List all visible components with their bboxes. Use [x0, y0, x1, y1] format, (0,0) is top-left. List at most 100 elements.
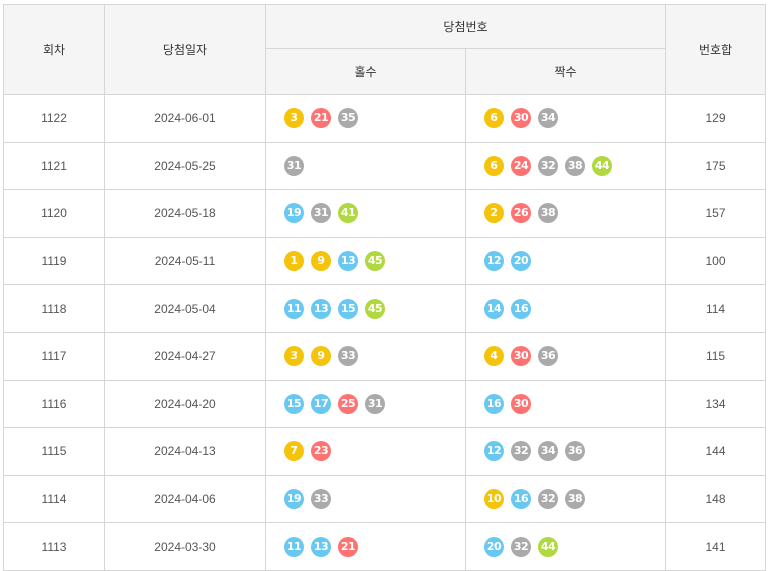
sum-cell: 157 [665, 189, 767, 238]
table-row: 1119 2024-05-11 1 9 13 45 12 20 100 [3, 236, 767, 286]
number-ball: 33 [338, 346, 358, 367]
number-ball: 1 [284, 251, 304, 272]
number-ball: 6 [484, 108, 504, 129]
number-ball: 3 [284, 108, 304, 129]
even-numbers-cell: 14 16 [464, 284, 667, 333]
number-ball: 24 [511, 155, 531, 176]
even-numbers-cell: 12 20 [464, 236, 667, 286]
number-ball: 32 [511, 536, 531, 557]
table-row: 1122 2024-06-01 3 21 35 6 30 34 129 [3, 94, 767, 143]
number-ball: 3 [284, 346, 304, 367]
number-ball: 32 [538, 489, 558, 510]
sum-cell: 100 [665, 236, 767, 286]
lotto-results-table: 회차 당첨일자 당첨번호 번호합 홀수 짝수 1122 2024-06-01 3 21… [3, 4, 767, 571]
number-ball: 38 [565, 155, 585, 176]
date-cell: 2024-03-30 [104, 522, 266, 571]
number-ball: 34 [538, 108, 558, 129]
number-ball: 4 [484, 346, 504, 367]
sum-cell: 129 [665, 94, 767, 143]
header-round: 회차 [3, 4, 105, 95]
round-cell: 1113 [3, 522, 105, 571]
round-cell: 1117 [3, 331, 105, 381]
number-ball: 19 [284, 489, 304, 510]
number-ball: 21 [311, 108, 331, 129]
number-ball: 30 [511, 346, 531, 367]
number-ball: 9 [311, 346, 331, 367]
sum-cell: 175 [665, 141, 767, 191]
date-cell: 2024-04-06 [104, 474, 266, 524]
number-ball: 44 [538, 536, 558, 557]
date-cell: 2024-04-13 [104, 427, 266, 476]
date-cell: 2024-05-18 [104, 189, 266, 238]
even-numbers-cell: 12 32 34 36 [464, 427, 667, 476]
number-ball: 9 [311, 251, 331, 272]
number-ball: 6 [484, 155, 504, 176]
number-ball: 23 [311, 441, 331, 462]
odd-numbers-cell: 3 21 35 [265, 94, 466, 143]
header-even: 짝수 [464, 48, 667, 95]
number-ball: 31 [311, 203, 331, 224]
number-ball: 35 [338, 108, 358, 129]
number-ball: 30 [511, 393, 531, 414]
round-cell: 1122 [3, 94, 105, 143]
number-ball: 31 [365, 393, 385, 414]
header-date: 당첨일자 [104, 4, 266, 95]
number-ball: 32 [538, 155, 558, 176]
number-ball: 12 [484, 441, 504, 462]
even-numbers-cell: 16 30 [464, 379, 667, 429]
number-ball: 16 [511, 489, 531, 510]
sum-cell: 141 [665, 522, 767, 571]
odd-numbers-cell: 19 31 41 [265, 189, 466, 238]
round-cell: 1116 [3, 379, 105, 429]
number-ball: 30 [511, 108, 531, 129]
number-ball: 16 [484, 393, 504, 414]
header-odd: 홀수 [265, 48, 466, 95]
even-numbers-cell: 6 24 32 38 44 [464, 141, 667, 191]
odd-numbers-cell: 15 17 25 31 [265, 379, 466, 429]
round-cell: 1118 [3, 284, 105, 333]
number-ball: 13 [311, 298, 331, 319]
number-ball: 21 [338, 536, 358, 557]
sum-cell: 148 [665, 474, 767, 524]
round-cell: 1115 [3, 427, 105, 476]
date-cell: 2024-05-11 [104, 236, 266, 286]
number-ball: 7 [284, 441, 304, 462]
even-numbers-cell: 4 30 36 [464, 331, 667, 381]
odd-numbers-cell: 3 9 33 [265, 331, 466, 381]
number-ball: 13 [311, 536, 331, 557]
number-ball: 41 [338, 203, 358, 224]
sum-cell: 144 [665, 427, 767, 476]
number-ball: 36 [565, 441, 585, 462]
number-ball: 38 [538, 203, 558, 224]
number-ball: 34 [538, 441, 558, 462]
odd-numbers-cell: 31 [265, 141, 466, 191]
number-ball: 14 [484, 298, 504, 319]
number-ball: 45 [365, 251, 385, 272]
table-row: 1118 2024-05-04 11 13 15 45 14 16 114 [3, 284, 767, 333]
number-ball: 17 [311, 393, 331, 414]
number-ball: 38 [565, 489, 585, 510]
number-ball: 11 [284, 536, 304, 557]
even-numbers-cell: 2 26 38 [464, 189, 667, 238]
number-ball: 19 [284, 203, 304, 224]
table-row: 1115 2024-04-13 7 23 12 32 34 36 144 [3, 427, 767, 476]
results-body: 1122 2024-06-01 3 21 35 6 30 34 129 1121 2024-05-2… [3, 94, 767, 571]
number-ball: 44 [592, 155, 612, 176]
number-ball: 20 [511, 251, 531, 272]
number-ball: 33 [311, 489, 331, 510]
date-cell: 2024-04-27 [104, 331, 266, 381]
header-winning-numbers: 당첨번호 [264, 4, 667, 49]
even-numbers-cell: 6 30 34 [464, 94, 667, 143]
number-ball: 20 [484, 536, 504, 557]
table-row: 1113 2024-03-30 11 13 21 20 32 44 141 [3, 522, 767, 571]
round-cell: 1120 [3, 189, 105, 238]
header-sum: 번호합 [665, 4, 767, 95]
odd-numbers-cell: 1 9 13 45 [265, 236, 466, 286]
round-cell: 1119 [3, 236, 105, 286]
number-ball: 36 [538, 346, 558, 367]
number-ball: 12 [484, 251, 504, 272]
date-cell: 2024-06-01 [104, 94, 266, 143]
table-row: 1116 2024-04-20 15 17 25 31 16 30 134 [3, 379, 767, 429]
number-ball: 25 [338, 393, 358, 414]
date-cell: 2024-05-25 [104, 141, 266, 191]
